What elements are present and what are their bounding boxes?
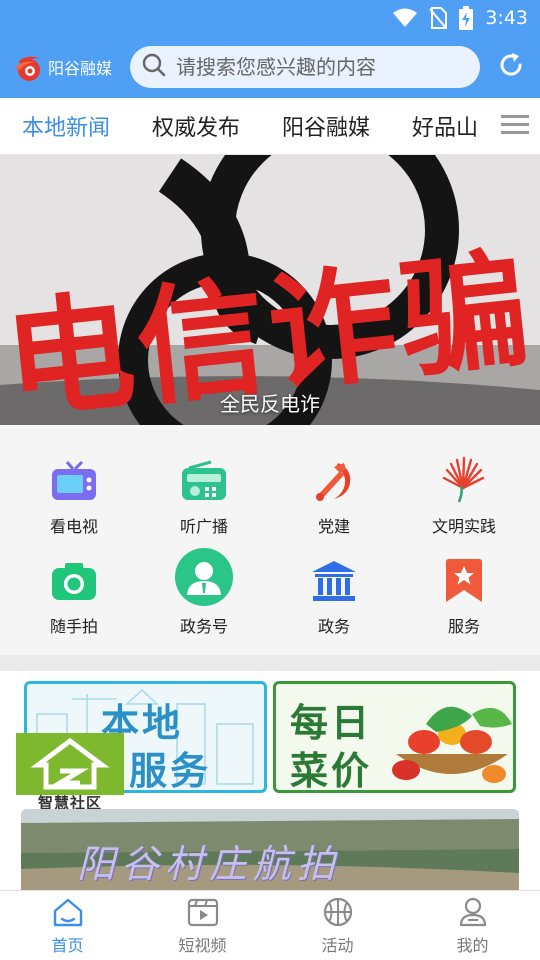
nav-home-label: 首页 [51, 935, 84, 955]
grid-item-tv[interactable]: 看电视 [9, 455, 139, 537]
banner-image: 电信诈骗 [0, 155, 540, 425]
tab-official-release[interactable]: 权威发布 [110, 110, 240, 142]
grid-item-snapshot[interactable]: 随手拍 [9, 555, 139, 637]
grid-label-snapshot: 随手拍 [49, 617, 98, 636]
smart-community-badge[interactable]: 智慧社区 [16, 733, 124, 813]
camera-icon [48, 555, 100, 607]
civilization-practice-icon [438, 455, 490, 507]
radio-icon [178, 455, 230, 507]
party-emblem-icon [308, 455, 360, 507]
grid-label-radio: 听广播 [179, 517, 228, 536]
search-input[interactable] [176, 55, 468, 79]
tab-good-products[interactable]: 好品山 [370, 110, 478, 142]
search-icon [142, 53, 166, 81]
user-icon [457, 896, 489, 928]
wifi-icon [393, 8, 418, 28]
nav-activity[interactable]: 活动 [270, 891, 405, 960]
menu-icon [501, 114, 529, 140]
nav-short-video[interactable]: 短视频 [135, 891, 270, 960]
logo-mark-icon [12, 52, 44, 82]
grid-item-government[interactable]: 政务 [269, 555, 399, 637]
tab-yanggu-media[interactable]: 阳谷融媒 [240, 110, 370, 142]
village-aerial-banner[interactable]: 阳谷村庄航拍 [21, 809, 519, 891]
function-grid: 看电视 听广播 党建 文明实践 随手拍 政务号 政务 服务 [0, 425, 540, 655]
grid-item-radio[interactable]: 听广播 [139, 455, 269, 537]
promo-cards: 本地 服务 每日 菜价 智慧社区 阳谷村庄航拍 [0, 671, 540, 891]
section-divider [0, 655, 540, 671]
app-header: 阳谷融媒 [0, 36, 540, 98]
grid-label-service: 服务 [447, 617, 480, 636]
grid-item-party[interactable]: 党建 [269, 455, 399, 537]
grid-label-civilization: 文明实践 [431, 517, 496, 536]
vegetable-price-card[interactable]: 每日 菜价 [273, 681, 516, 793]
battery-charging-icon [459, 6, 474, 30]
banner-caption: 全民反电诈 [220, 392, 320, 416]
category-tabs: 本地新闻 权威发布 阳谷融媒 好品山 [0, 98, 540, 155]
grid-label-government: 政务 [317, 617, 350, 636]
status-bar: 3:43 [0, 0, 540, 36]
tv-icon [48, 455, 100, 507]
grid-label-party: 党建 [317, 517, 350, 536]
vegetable-price-title-line1: 每日 [290, 700, 373, 745]
bottom-navigation: 首页 短视频 活动 我的 [0, 890, 540, 960]
grid-label-tv: 看电视 [49, 517, 98, 536]
status-time: 3:43 [485, 7, 528, 29]
home-icon [52, 896, 84, 928]
search-bar[interactable] [130, 46, 480, 88]
basketball-icon [322, 896, 354, 928]
vegetable-price-title-line2: 菜价 [290, 748, 373, 793]
refresh-button[interactable] [494, 50, 528, 84]
tab-menu-button[interactable] [490, 98, 540, 154]
service-bookmark-icon [438, 555, 490, 607]
no-sim-icon [429, 7, 448, 29]
nav-mine[interactable]: 我的 [405, 891, 540, 960]
government-building-icon [308, 555, 360, 607]
refresh-icon [497, 51, 525, 83]
grid-item-civilization[interactable]: 文明实践 [399, 455, 529, 537]
nav-activity-label: 活动 [321, 935, 354, 955]
video-icon [187, 896, 219, 928]
smart-community-icon [16, 733, 124, 795]
logo-text: 阳谷融媒 [48, 59, 113, 78]
aerial-title: 阳谷村庄航拍 [77, 842, 342, 886]
grid-label-official-account: 政务号 [179, 617, 228, 636]
grid-item-official-account[interactable]: 政务号 [139, 547, 269, 637]
banner-carousel[interactable]: 电信诈骗 全民反电诈 [0, 155, 540, 425]
local-service-title-line2: 服务 [129, 748, 212, 793]
nav-mine-label: 我的 [456, 935, 489, 955]
nav-short-video-label: 短视频 [178, 935, 227, 955]
app-logo[interactable]: 阳谷融媒 [12, 52, 124, 82]
grid-item-service[interactable]: 服务 [399, 555, 529, 637]
tab-local-news[interactable]: 本地新闻 [0, 110, 110, 142]
nav-home[interactable]: 首页 [0, 891, 135, 960]
official-account-icon [174, 547, 234, 607]
